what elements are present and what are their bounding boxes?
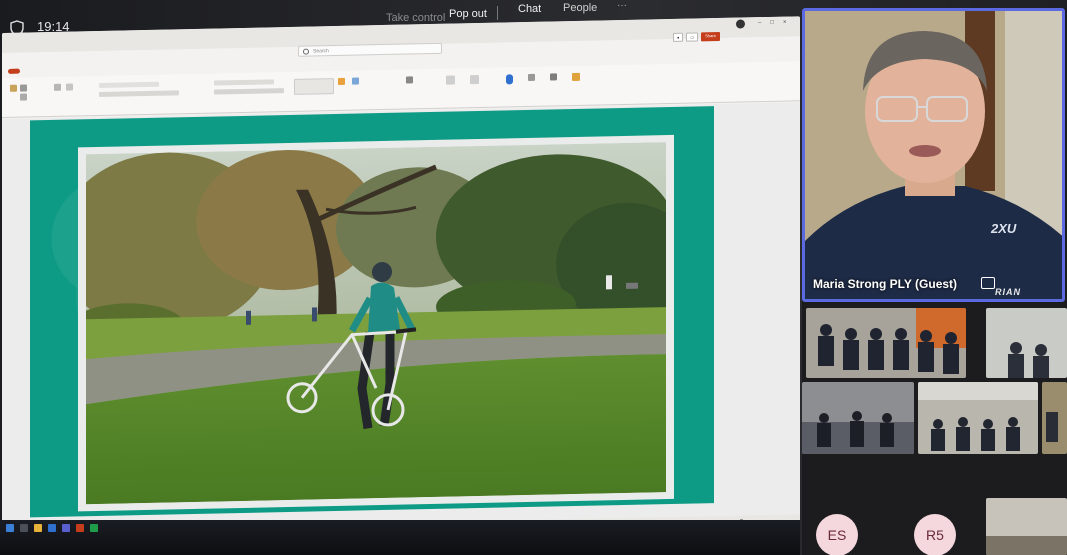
window-controls[interactable]: –□×	[758, 19, 795, 26]
excel-taskbar-icon[interactable]	[90, 524, 98, 532]
participant-initials-avatar[interactable]: R5	[914, 514, 956, 555]
search-taskbar-icon[interactable]	[20, 524, 28, 532]
room-video	[1042, 382, 1067, 454]
room-video	[986, 498, 1067, 555]
ribbon-group-designer	[568, 69, 590, 101]
participant-initials-avatar[interactable]: ES	[816, 514, 858, 555]
start-icon[interactable]	[6, 524, 14, 532]
more-options-icon[interactable]: ···	[617, 0, 627, 11]
slide-photo-frame[interactable]	[78, 134, 674, 512]
paste-icon[interactable]	[10, 84, 17, 92]
participant-tile-room-2[interactable]	[986, 308, 1067, 378]
paragraph-controls[interactable]	[214, 79, 274, 86]
participant-tile-room-1[interactable]	[806, 308, 966, 378]
avatar[interactable]	[736, 19, 745, 29]
windows-taskbar	[0, 520, 800, 555]
quick-styles-icon[interactable]	[352, 77, 359, 85]
sensitivity-icon[interactable]	[528, 73, 535, 81]
designer-icon[interactable]	[572, 72, 580, 82]
people-button[interactable]: People	[563, 2, 597, 14]
room-video	[918, 382, 1038, 454]
alignment-controls[interactable]	[214, 88, 284, 95]
dictate-icon[interactable]	[506, 74, 513, 85]
ribbon-group-font	[97, 77, 207, 111]
cut-icon[interactable]	[20, 84, 27, 92]
autosave-toggle[interactable]	[8, 68, 20, 74]
ribbon-group-addins	[546, 69, 566, 101]
active-speaker-tile[interactable]: 2XU Maria Strong PLY (Guest) RIAN	[802, 8, 1065, 302]
shirt-brand-text: RIAN	[995, 287, 1021, 297]
participant-name: Maria Strong PLY (Guest)	[813, 277, 958, 291]
participant-tile-room-6[interactable]	[986, 498, 1067, 555]
search-placeholder: Search	[313, 48, 329, 55]
new-slide-icon[interactable]	[54, 83, 61, 91]
addins-icon[interactable]	[550, 73, 557, 81]
raise-hand-icon	[981, 277, 995, 289]
slide-photo[interactable]	[86, 142, 666, 505]
ppt-header-actions: ● ▭ Share	[673, 31, 720, 42]
layout-icon[interactable]	[66, 83, 73, 91]
ribbon-group-slides	[52, 79, 92, 112]
powerpoint-taskbar-icon[interactable]	[76, 524, 84, 532]
participant-tile-room-5[interactable]	[1042, 382, 1067, 454]
share-button[interactable]: Share	[701, 31, 720, 42]
shared-screen: Search –□× ● ▭ Share	[2, 16, 800, 545]
room-video	[986, 308, 1067, 378]
present-button[interactable]: ▭	[686, 32, 699, 42]
chat-button[interactable]: Chat	[518, 3, 541, 15]
participant-tile-room-4[interactable]	[918, 382, 1038, 454]
ribbon-group-adobe	[442, 71, 502, 104]
participant-tile-room-3[interactable]	[802, 382, 914, 454]
arrange-icon[interactable]	[338, 77, 345, 85]
record-button[interactable]: ●	[673, 32, 684, 42]
ribbon-group-sensitivity	[524, 70, 544, 102]
search-icon	[303, 48, 309, 55]
create-pdf-share-icon[interactable]	[470, 75, 479, 85]
video-gallery: 2XU Maria Strong PLY (Guest) RIAN ES R5	[802, 8, 1067, 555]
take-control-button[interactable]: Take control	[386, 12, 445, 24]
pop-out-button[interactable]: Pop out	[449, 8, 487, 20]
copy-icon[interactable]	[20, 93, 27, 101]
file-explorer-icon[interactable]	[34, 524, 42, 532]
outlook-icon[interactable]	[48, 524, 56, 532]
ribbon-group-clipboard	[8, 80, 48, 113]
room-video	[802, 382, 914, 454]
speaker-video: 2XU	[805, 11, 1062, 299]
find-icon[interactable]	[406, 76, 413, 84]
shapes-gallery[interactable]	[294, 78, 334, 95]
teams-taskbar-icon[interactable]	[62, 524, 70, 532]
create-pdf-icon[interactable]	[446, 75, 455, 85]
slide-editor[interactable]	[2, 102, 800, 531]
ribbon-group-voice	[502, 70, 522, 102]
ribbon-group-editing	[404, 72, 438, 105]
slide-canvas[interactable]	[30, 106, 714, 518]
font-selector[interactable]	[99, 81, 159, 88]
font-formatting[interactable]	[99, 90, 179, 97]
teams-meeting-window: 19:14 Take control Pop out Chat People ·…	[0, 0, 1067, 555]
ribbon-group-paragraph	[212, 75, 292, 109]
shirt-logo: 2XU	[990, 221, 1017, 236]
toolbar-divider	[497, 6, 498, 20]
ribbon-group-drawing	[292, 73, 402, 107]
room-video	[806, 308, 966, 378]
search-input[interactable]: Search	[298, 42, 442, 57]
